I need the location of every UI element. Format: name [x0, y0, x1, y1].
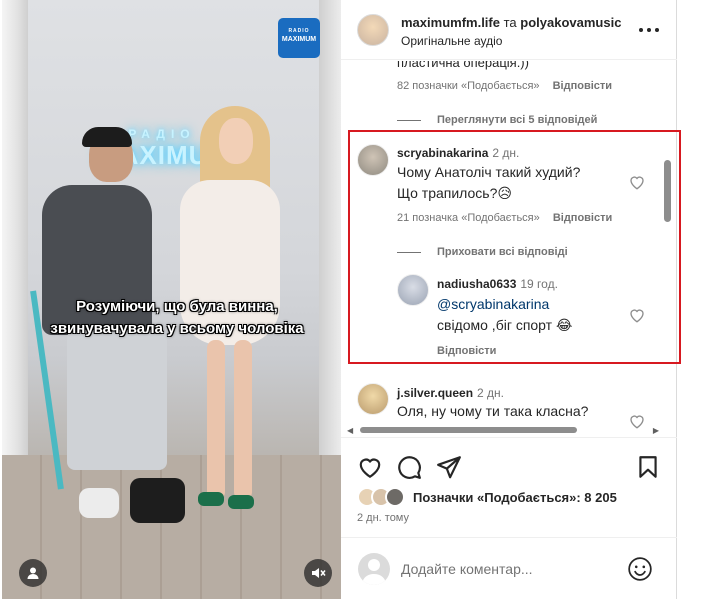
comment-text: Чому Анатоліч такий худий? Що трапилось?…: [397, 162, 580, 204]
comment-text: Оля, ну чому ти така класна?: [397, 403, 589, 419]
reply-time[interactable]: 19 год.: [520, 277, 558, 291]
share-icon[interactable]: [436, 454, 462, 480]
comment-time[interactable]: 2 дн.: [477, 386, 504, 400]
hide-replies-button[interactable]: Приховати всі відповіді: [397, 246, 568, 258]
woman-leg: [207, 340, 225, 500]
replies-divider: [397, 251, 421, 253]
reply-mention[interactable]: @scryabinakarina: [437, 294, 572, 315]
comments-list[interactable]: пластична операція.)) 82 позначки «Подоб…: [341, 61, 677, 436]
logo-line2: MAXIMUM: [281, 36, 317, 43]
floor: [2, 455, 341, 599]
comment-meta: 82 позначки «Подобається» Відповісти: [397, 80, 612, 92]
post-header: maximumfm.life та polyakovamusic Оригіна…: [341, 0, 677, 60]
comment-author: scryabinakarina 2 дн.: [397, 146, 519, 160]
reply-text: @scryabinakarina свідомо ,біг спорт 😂: [437, 294, 572, 336]
woman-face: [219, 118, 253, 164]
author-link[interactable]: maximumfm.life: [401, 15, 500, 30]
author-avatar[interactable]: [357, 14, 389, 46]
comment-username[interactable]: j.silver.queen: [397, 386, 473, 400]
post-details-panel: maximumfm.life та polyakovamusic Оригіна…: [341, 0, 677, 599]
man-shoe: [79, 488, 119, 518]
default-avatar-icon: [362, 559, 386, 585]
caption-line2: звинувачувала у всьому чоловіка: [50, 320, 304, 337]
likes-count[interactable]: Позначки «Подобається»: 8 205: [413, 490, 617, 505]
comment-likes[interactable]: 82 позначки «Подобається»: [397, 80, 540, 92]
scroll-right-arrow-icon[interactable]: ▶: [653, 426, 659, 435]
post-authors: maximumfm.life та polyakovamusic: [401, 15, 621, 30]
scroll-left-arrow-icon[interactable]: ◀: [347, 426, 353, 435]
replies-divider: [397, 119, 421, 121]
reply-author: nadiusha0633 19 год.: [437, 277, 558, 291]
more-options-button[interactable]: [639, 22, 659, 38]
man-pants: [67, 330, 167, 470]
reply-avatar[interactable]: [397, 274, 429, 306]
reel-video[interactable]: РАДІО MAXIMUM RADIO MAXIMUM Розуміючи, щ…: [2, 0, 341, 599]
woman-shoe: [198, 492, 224, 506]
more-dots-icon: [647, 28, 651, 32]
comment-avatar[interactable]: [357, 383, 389, 415]
comment-avatar[interactable]: [357, 144, 389, 176]
comment-icon[interactable]: [396, 454, 422, 480]
comment-text-line1: Чому Анатоліч такий худий?: [397, 164, 581, 180]
post-time[interactable]: 2 дн. тому: [357, 512, 409, 524]
reply-meta: Відповісти: [437, 345, 496, 357]
emoji-icon[interactable]: [627, 556, 653, 582]
mute-button[interactable]: [304, 559, 332, 587]
reply-button[interactable]: Відповісти: [553, 80, 612, 92]
scrollbar-thumb[interactable]: [360, 427, 577, 433]
view-replies-label: Переглянути всі 5 відповідей: [437, 114, 598, 126]
reply-username[interactable]: nadiusha0633: [437, 277, 516, 291]
audio-link[interactable]: Оригінальне аудіо: [401, 34, 502, 48]
authors-separator: та: [503, 15, 517, 30]
comment-input[interactable]: [401, 558, 611, 580]
reply-text-body: свідомо ,біг спорт 😂: [437, 317, 573, 333]
woman-leg: [234, 340, 252, 500]
reply-button[interactable]: Відповісти: [437, 345, 496, 357]
more-dots-icon: [655, 28, 659, 32]
comment-text-line2: Що трапилось?😥: [397, 185, 512, 201]
post-actions: Позначки «Подобається»: 8 205 2 дн. тому: [341, 437, 677, 529]
comments-horizontal-scrollbar[interactable]: ◀ ▶: [345, 425, 661, 435]
comment-time[interactable]: 2 дн.: [492, 146, 519, 160]
speaker-muted-icon: [312, 568, 326, 578]
user-tag-icon: [27, 567, 39, 579]
comments-vertical-scrollbar[interactable]: [664, 160, 671, 222]
likes-summary[interactable]: Позначки «Подобається»: 8 205: [357, 486, 617, 508]
like-reply-heart-icon[interactable]: [628, 306, 646, 324]
tagged-users-button[interactable]: [19, 559, 47, 587]
caption-line1: Розуміючи, що була винна,: [76, 298, 278, 315]
comment-username[interactable]: scryabinakarina: [397, 146, 488, 160]
liker-avatar: [385, 487, 405, 507]
radio-maximum-logo: RADIO MAXIMUM: [278, 18, 320, 58]
my-avatar: [358, 553, 390, 585]
video-caption: Розуміючи, що була винна, звинувачувала …: [42, 296, 312, 340]
logo-line1: RADIO: [288, 28, 310, 34]
coauthor-link[interactable]: polyakovamusic: [520, 15, 621, 30]
wall-column-right: [319, 0, 341, 520]
bookmark-icon[interactable]: [635, 454, 661, 480]
comment-likes[interactable]: 21 позначка «Подобається»: [397, 212, 540, 224]
comment-text: пластична операція.)): [397, 61, 529, 70]
man-orthopedic-boot: [130, 478, 185, 523]
man-cap: [82, 127, 132, 147]
heart-icon[interactable]: [357, 454, 383, 480]
like-comment-heart-icon[interactable]: [628, 173, 646, 191]
woman-shoe: [228, 495, 254, 509]
more-dots-icon: [639, 28, 643, 32]
add-comment-bar: [341, 537, 677, 599]
hide-replies-label: Приховати всі відповіді: [437, 246, 568, 258]
comment-meta: 21 позначка «Подобається» Відповісти: [397, 212, 612, 224]
comment-author: j.silver.queen 2 дн.: [397, 386, 504, 400]
reply-button[interactable]: Відповісти: [553, 212, 612, 224]
view-replies-button[interactable]: Переглянути всі 5 відповідей: [397, 114, 597, 126]
